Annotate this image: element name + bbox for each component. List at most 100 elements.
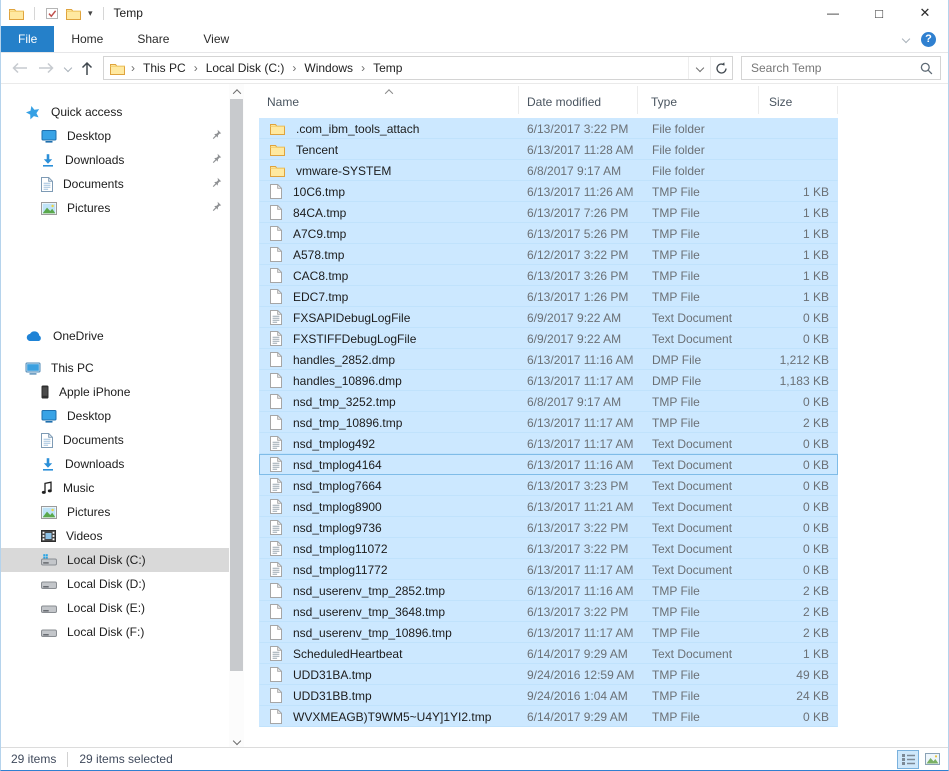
file-row[interactable]: nsd_userenv_tmp_10896.tmp6/13/2017 11:17… xyxy=(259,622,838,643)
sidebar-item-quick-access[interactable]: Quick access xyxy=(1,100,229,124)
quick-access-toolbar: ▾ xyxy=(9,7,107,20)
recent-locations-chevron-icon[interactable] xyxy=(61,56,75,80)
file-row[interactable]: .com_ibm_tools_attach6/13/2017 3:22 PMFi… xyxy=(259,118,838,139)
file-row[interactable]: handles_10896.dmp6/13/2017 11:17 AMDMP F… xyxy=(259,370,838,391)
type-cell: Text Document xyxy=(639,542,760,556)
sidebar-item-local-disk-e[interactable]: Local Disk (E:) xyxy=(1,596,229,620)
file-row[interactable]: EDC7.tmp6/13/2017 1:26 PMTMP File1 KB xyxy=(259,286,838,307)
sidebar-item-local-disk-c[interactable]: Local Disk (C:) xyxy=(1,548,229,572)
file-row[interactable]: 84CA.tmp6/13/2017 7:26 PMTMP File1 KB xyxy=(259,202,838,223)
sidebar-item-music[interactable]: Music xyxy=(1,476,229,500)
sidebar-item-documents[interactable]: Documents xyxy=(1,428,229,452)
search-input[interactable] xyxy=(742,61,913,75)
file-row[interactable]: nsd_tmplog4926/13/2017 11:17 AMText Docu… xyxy=(259,433,838,454)
scroll-up-icon[interactable] xyxy=(229,84,244,99)
file-row[interactable]: FXSTIFFDebugLogFile6/9/2017 9:22 AMText … xyxy=(259,328,838,349)
scrollbar-thumb[interactable] xyxy=(230,99,243,671)
file-row[interactable]: 10C6.tmp6/13/2017 11:26 AMTMP File1 KB xyxy=(259,181,838,202)
sidebar-item-apple-iphone[interactable]: Apple iPhone xyxy=(1,380,229,404)
file-row[interactable]: nsd_tmplog117726/13/2017 11:17 AMText Do… xyxy=(259,559,838,580)
file-row[interactable]: nsd_tmp_10896.tmp6/13/2017 11:17 AMTMP F… xyxy=(259,412,838,433)
text-document-icon xyxy=(270,436,282,451)
sidebar-item-downloads[interactable]: Downloads xyxy=(1,452,229,476)
refresh-icon[interactable] xyxy=(710,57,732,79)
ribbon-tab-file[interactable]: File xyxy=(1,26,54,52)
file-name: nsd_userenv_tmp_3648.tmp xyxy=(293,605,445,619)
file-row[interactable]: A578.tmp6/12/2017 3:22 PMTMP File1 KB xyxy=(259,244,838,265)
file-row[interactable]: CAC8.tmp6/13/2017 3:26 PMTMP File1 KB xyxy=(259,265,838,286)
properties-qat-icon[interactable] xyxy=(45,7,59,20)
ribbon-tab-home[interactable]: Home xyxy=(54,26,120,52)
column-header-date-modified[interactable]: Date modified xyxy=(519,86,638,114)
file-name: EDC7.tmp xyxy=(293,290,348,304)
column-header-type[interactable]: Type xyxy=(638,86,759,114)
pin-icon[interactable] xyxy=(211,201,222,215)
file-row[interactable]: nsd_userenv_tmp_3648.tmp6/13/2017 3:22 P… xyxy=(259,601,838,622)
file-row[interactable]: nsd_userenv_tmp_2852.tmp6/13/2017 11:16 … xyxy=(259,580,838,601)
ribbon-collapse-chevron-icon[interactable] xyxy=(902,35,910,43)
pin-icon[interactable] xyxy=(211,177,222,191)
forward-button[interactable] xyxy=(34,56,59,80)
file-row[interactable]: Tencent6/13/2017 11:28 AMFile folder xyxy=(259,139,838,160)
type-cell: Text Document xyxy=(639,479,760,493)
sidebar-item-pictures[interactable]: Pictures xyxy=(1,196,229,220)
sidebar-item-this-pc[interactable]: This PC xyxy=(1,356,229,380)
file-row[interactable]: vmware-SYSTEM6/8/2017 9:17 AMFile folder xyxy=(259,160,838,181)
scroll-down-icon[interactable] xyxy=(229,733,244,748)
maximize-button[interactable]: □ xyxy=(856,0,902,26)
ribbon-tab-view[interactable]: View xyxy=(186,26,246,52)
close-button[interactable]: ✕ xyxy=(902,0,948,26)
sidebar-item-pictures[interactable]: Pictures xyxy=(1,500,229,524)
file-row[interactable]: A7C9.tmp6/13/2017 5:26 PMTMP File1 KB xyxy=(259,223,838,244)
sidebar-item-onedrive[interactable]: OneDrive xyxy=(1,324,229,348)
back-button[interactable] xyxy=(7,56,32,80)
type-cell: TMP File xyxy=(639,269,760,283)
file-row[interactable]: handles_2852.dmp6/13/2017 11:16 AMDMP Fi… xyxy=(259,349,838,370)
file-row[interactable]: nsd_tmplog110726/13/2017 3:22 PMText Doc… xyxy=(259,538,838,559)
sidebar-item-desktop[interactable]: Desktop xyxy=(1,404,229,428)
file-row[interactable]: UDD31BB.tmp9/24/2016 1:04 AMTMP File24 K… xyxy=(259,685,838,706)
file-row[interactable]: FXSAPIDebugLogFile6/9/2017 9:22 AMText D… xyxy=(259,307,838,328)
pin-icon[interactable] xyxy=(211,129,222,143)
file-row[interactable]: UDD31BA.tmp9/24/2016 12:59 AMTMP File49 … xyxy=(259,664,838,685)
sidebar-item-label: Downloads xyxy=(65,457,124,471)
address-bar[interactable]: › This PC›Local Disk (C:)›Windows›Temp xyxy=(103,56,733,80)
size-cell: 2 KB xyxy=(760,605,837,619)
file-row[interactable]: WVXMEAGB)T9WM5~U4Y]1YI2.tmp6/14/2017 9:2… xyxy=(259,706,838,727)
qat-customize-chevron-icon[interactable]: ▾ xyxy=(88,9,93,18)
breadcrumb-item-temp[interactable]: Temp xyxy=(366,61,409,75)
search-icon[interactable] xyxy=(913,62,940,75)
file-icon xyxy=(270,394,282,409)
up-button[interactable] xyxy=(77,56,97,80)
sidebar-item-local-disk-d[interactable]: Local Disk (D:) xyxy=(1,572,229,596)
large-icons-view-button[interactable] xyxy=(921,750,943,769)
breadcrumb-item-windows[interactable]: Windows xyxy=(297,61,360,75)
breadcrumb-item-local-disk-c[interactable]: Local Disk (C:) xyxy=(199,61,292,75)
file-name: FXSTIFFDebugLogFile xyxy=(293,332,416,346)
pin-icon[interactable] xyxy=(211,153,222,167)
file-row[interactable]: nsd_tmplog41646/13/2017 11:16 AMText Doc… xyxy=(259,454,838,475)
file-row[interactable]: nsd_tmplog97366/13/2017 3:22 PMText Docu… xyxy=(259,517,838,538)
address-dropdown-chevron-icon[interactable] xyxy=(688,57,710,79)
sidebar-item-desktop[interactable]: Desktop xyxy=(1,124,229,148)
sidebar-item-downloads[interactable]: Downloads xyxy=(1,148,229,172)
sidebar-scrollbar[interactable] xyxy=(229,84,244,748)
minimize-button[interactable]: — xyxy=(810,0,856,26)
new-folder-qat-icon[interactable] xyxy=(66,7,81,20)
file-name-cell: nsd_tmplog11772 xyxy=(260,562,520,577)
file-name: CAC8.tmp xyxy=(293,269,348,283)
details-view-button[interactable] xyxy=(897,750,919,769)
size-cell: 0 KB xyxy=(760,311,837,325)
file-row[interactable]: nsd_tmplog76646/13/2017 3:23 PMText Docu… xyxy=(259,475,838,496)
breadcrumb-item-this-pc[interactable]: This PC xyxy=(136,61,193,75)
file-row[interactable]: ScheduledHeartbeat6/14/2017 9:29 AMText … xyxy=(259,643,838,664)
file-row[interactable]: nsd_tmp_3252.tmp6/8/2017 9:17 AMTMP File… xyxy=(259,391,838,412)
sidebar-item-documents[interactable]: Documents xyxy=(1,172,229,196)
help-icon[interactable]: ? xyxy=(921,32,936,47)
sidebar-item-local-disk-f[interactable]: Local Disk (F:) xyxy=(1,620,229,644)
file-row[interactable]: nsd_tmplog89006/13/2017 11:21 AMText Doc… xyxy=(259,496,838,517)
column-header-name[interactable]: Name xyxy=(259,86,519,114)
column-header-size[interactable]: Size xyxy=(759,86,838,114)
ribbon-tab-share[interactable]: Share xyxy=(120,26,186,52)
sidebar-item-videos[interactable]: Videos xyxy=(1,524,229,548)
